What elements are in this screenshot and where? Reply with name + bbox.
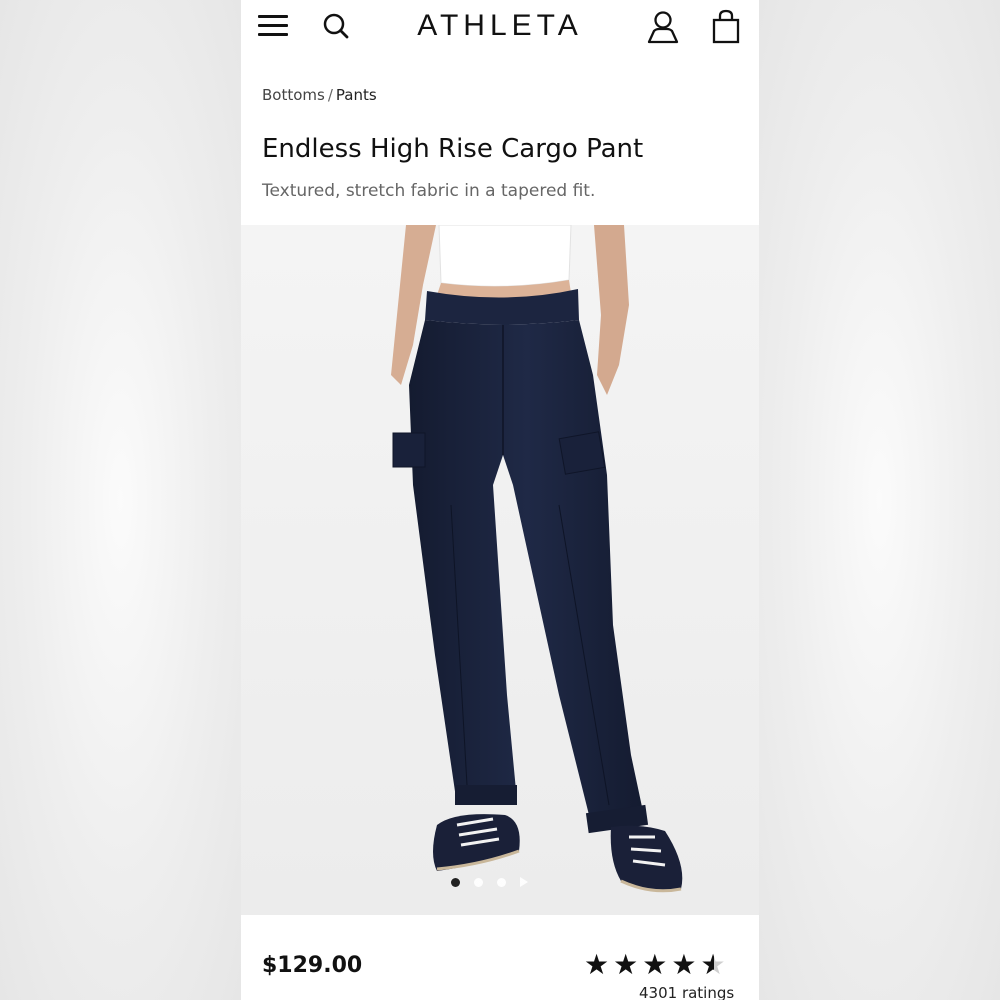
brand-logo[interactable]: ATHLETA xyxy=(401,8,599,44)
product-image-carousel[interactable] xyxy=(241,225,759,915)
product-subtitle: Textured, stretch fabric in a tapered fi… xyxy=(262,181,596,201)
shopping-bag-icon[interactable] xyxy=(709,9,743,45)
carousel-dot-2[interactable] xyxy=(474,877,483,887)
star-icon: ★ xyxy=(613,948,639,981)
product-price: $129.00 xyxy=(262,953,363,978)
star-icon: ★ xyxy=(671,948,697,981)
product-page: ATHLETA Bottoms / Pants Endless High Rise … xyxy=(241,0,759,1000)
hamburger-menu-icon[interactable] xyxy=(258,13,288,39)
background-left-blur xyxy=(0,0,241,1000)
breadcrumb-item-pants[interactable]: Pants xyxy=(336,86,377,104)
breadcrumb: Bottoms / Pants xyxy=(262,86,377,104)
carousel-dot-3[interactable] xyxy=(497,877,506,887)
star-rating[interactable]: ★ ★ ★ ★ ★ ★ xyxy=(584,950,726,980)
star-icon: ★ xyxy=(584,948,610,981)
product-title: Endless High Rise Cargo Pant xyxy=(262,134,644,164)
star-icon: ★ xyxy=(642,948,668,981)
site-header: ATHLETA xyxy=(241,0,759,55)
product-photo xyxy=(241,225,759,915)
account-icon[interactable] xyxy=(645,9,681,45)
search-icon[interactable] xyxy=(321,12,351,42)
breadcrumb-item-bottoms[interactable]: Bottoms xyxy=(262,86,325,104)
carousel-indicators xyxy=(451,876,528,888)
carousel-dot-1[interactable] xyxy=(451,877,460,887)
carousel-next-icon[interactable] xyxy=(520,877,528,887)
background-right-blur xyxy=(759,0,1000,1000)
ratings-count[interactable]: 4301 ratings xyxy=(639,984,734,1000)
half-star-icon: ★ ★ xyxy=(700,948,726,981)
breadcrumb-separator: / xyxy=(327,86,333,104)
